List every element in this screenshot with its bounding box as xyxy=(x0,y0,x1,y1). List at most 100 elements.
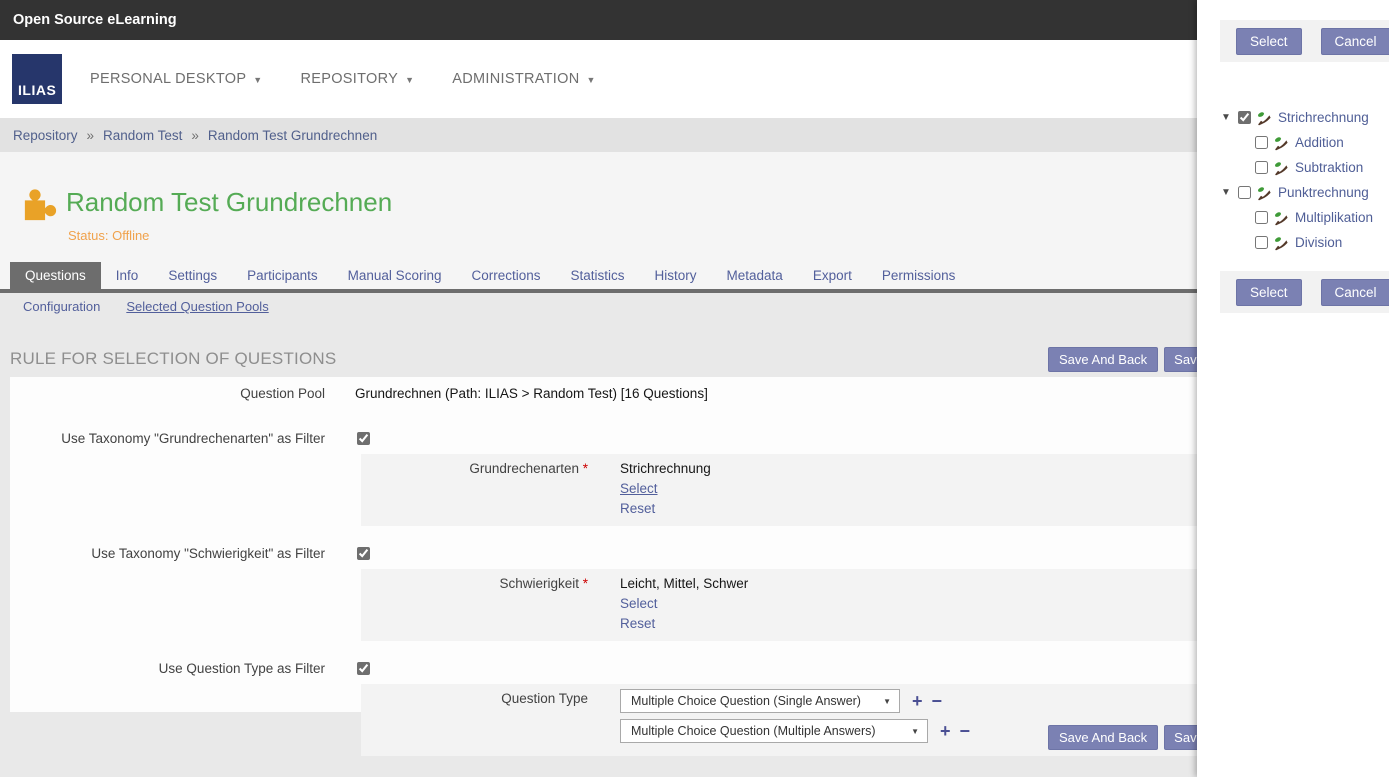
nav-item-repository[interactable]: REPOSITORY▼ xyxy=(301,71,415,87)
tree-node-checkbox[interactable] xyxy=(1238,186,1251,199)
section-title: RULE FOR SELECTION OF QUESTIONS xyxy=(10,349,336,369)
tree-node-label[interactable]: Multiplikation xyxy=(1295,210,1373,225)
save-and-back-button[interactable]: Save And Back xyxy=(1048,347,1158,372)
question-pool-label: Question Pool xyxy=(10,386,341,401)
taxonomy-node-icon xyxy=(1256,185,1272,201)
taxonomy-node-icon xyxy=(1256,110,1272,126)
tab-info[interactable]: Info xyxy=(101,262,154,289)
subtab-configuration[interactable]: Configuration xyxy=(23,299,100,314)
tree-node-label[interactable]: Subtraktion xyxy=(1295,160,1363,175)
tree-node-checkbox[interactable] xyxy=(1255,236,1268,249)
chevron-down-icon: ▼ xyxy=(253,75,262,85)
panel-cancel-button[interactable]: Cancel xyxy=(1321,28,1389,55)
remove-question-type-icon[interactable]: − xyxy=(960,722,971,740)
save-and-back-button[interactable]: Save And Back xyxy=(1048,725,1158,750)
tab-settings[interactable]: Settings xyxy=(153,262,232,289)
question-type-filter-row: Use Question Type as Filter xyxy=(10,657,1389,679)
question-type-select-row: Multiple Choice Question (Multiple Answe… xyxy=(620,719,970,743)
add-question-type-icon[interactable]: + xyxy=(912,692,923,710)
breadcrumb-item-random-test-grundrechnen[interactable]: Random Test Grundrechnen xyxy=(208,128,377,143)
tree-expander-icon[interactable]: ▼ xyxy=(1221,187,1238,198)
breadcrumb-separator: » xyxy=(191,128,199,143)
taxonomy-node-icon xyxy=(1273,210,1289,226)
tab-questions[interactable]: Questions xyxy=(10,262,101,289)
taxonomy1-filter-checkbox[interactable] xyxy=(357,432,370,445)
question-type-filter-checkbox[interactable] xyxy=(357,662,370,675)
nav-item-personal-desktop[interactable]: PERSONAL DESKTOP▼ xyxy=(90,71,263,87)
chevron-down-icon: ▼ xyxy=(586,75,595,85)
tab-corrections[interactable]: Corrections xyxy=(456,262,555,289)
puzzle-icon xyxy=(17,184,59,231)
schwierigkeit-select-link[interactable]: Select xyxy=(620,596,658,611)
tree-node-checkbox[interactable] xyxy=(1255,136,1268,149)
required-mark: * xyxy=(583,461,588,476)
top-bar: Open Source eLearning xyxy=(0,0,1389,40)
tree-node-addition: Addition xyxy=(1197,130,1389,155)
question-type-label: Question Type xyxy=(361,689,588,706)
breadcrumb: Repository » Random Test » Random Test Grund… xyxy=(0,118,1389,152)
tree-node-checkbox[interactable] xyxy=(1238,111,1251,124)
tree-node-label[interactable]: Strichrechnung xyxy=(1278,110,1369,125)
subtab-selected-question-pools[interactable]: Selected Question Pools xyxy=(126,299,268,314)
panel-cancel-button[interactable]: Cancel xyxy=(1321,279,1389,306)
taxonomy2-filter-row: Use Taxonomy "Schwierigkeit" as Filter xyxy=(10,542,1389,564)
question-type-select[interactable]: Multiple Choice Question (Single Answer)… xyxy=(620,689,900,713)
tab-export[interactable]: Export xyxy=(798,262,867,289)
tree-node-checkbox[interactable] xyxy=(1255,161,1268,174)
grundrechenarten-label: Grundrechenarten * xyxy=(361,459,588,476)
remove-question-type-icon[interactable]: − xyxy=(932,692,943,710)
tree-expander-icon[interactable]: ▼ xyxy=(1221,112,1238,123)
chevron-down-icon: ▼ xyxy=(405,75,414,85)
question-type-select-row: Multiple Choice Question (Single Answer)… xyxy=(620,689,970,713)
taxonomy2-filter-checkbox[interactable] xyxy=(357,547,370,560)
tree-node-label[interactable]: Addition xyxy=(1295,135,1344,150)
breadcrumb-separator: » xyxy=(87,128,95,143)
grundrechenarten-select-link[interactable]: Select xyxy=(620,481,658,496)
tree-node-label[interactable]: Punktrechnung xyxy=(1278,185,1369,200)
taxonomy1-filter-label: Use Taxonomy "Grundrechenarten" as Filte… xyxy=(10,431,341,446)
grundrechenarten-value: Strichrechnung xyxy=(620,459,711,479)
question-pool-row: Question Pool Grundrechnen (Path: ILIAS … xyxy=(10,386,1389,401)
rule-form: Question Pool Grundrechnen (Path: ILIAS … xyxy=(10,377,1389,712)
add-question-type-icon[interactable]: + xyxy=(940,722,951,740)
grundrechenarten-reset-link[interactable]: Reset xyxy=(620,501,655,516)
tree-node-punktrechnung: ▼ Punktrechnung xyxy=(1197,180,1389,205)
question-pool-value: Grundrechnen (Path: ILIAS > Random Test)… xyxy=(355,386,708,401)
breadcrumb-item-random-test[interactable]: Random Test xyxy=(103,128,182,143)
schwierigkeit-reset-link[interactable]: Reset xyxy=(620,616,655,631)
subtab-bar: Configuration Selected Question Pools xyxy=(23,299,269,314)
taxonomy2-filter-label: Use Taxonomy "Schwierigkeit" as Filter xyxy=(10,546,341,561)
schwierigkeit-label: Schwierigkeit * xyxy=(361,574,588,591)
nav-item-administration[interactable]: ADMINISTRATION▼ xyxy=(452,71,595,87)
panel-top-toolbar: Select Cancel xyxy=(1220,20,1389,62)
panel-select-button[interactable]: Select xyxy=(1236,28,1302,55)
panel-select-button[interactable]: Select xyxy=(1236,279,1302,306)
panel-bottom-toolbar: Select Cancel xyxy=(1220,271,1389,313)
question-type-select[interactable]: Multiple Choice Question (Multiple Answe… xyxy=(620,719,928,743)
taxonomy-tree: ▼ Strichrechnung Addition Subtraktion ▼ Punkt… xyxy=(1197,105,1389,255)
taxonomy-node-icon xyxy=(1273,160,1289,176)
header: ILIAS PERSONAL DESKTOP▼ REPOSITORY▼ ADMINI… xyxy=(0,40,1389,118)
tab-history[interactable]: History xyxy=(640,262,712,289)
tab-permissions[interactable]: Permissions xyxy=(867,262,971,289)
tab-manual-scoring[interactable]: Manual Scoring xyxy=(333,262,457,289)
schwierigkeit-value: Leicht, Mittel, Schwer xyxy=(620,574,748,594)
tree-node-checkbox[interactable] xyxy=(1255,211,1268,224)
status-text: Status: Offline xyxy=(68,228,149,243)
breadcrumb-item-repository[interactable]: Repository xyxy=(13,128,78,143)
tab-bar: QuestionsInfoSettingsParticipantsManual … xyxy=(10,262,1389,289)
tree-node-subtraktion: Subtraktion xyxy=(1197,155,1389,180)
ilias-logo[interactable]: ILIAS xyxy=(12,54,62,104)
taxonomy-node-icon xyxy=(1273,135,1289,151)
tab-statistics[interactable]: Statistics xyxy=(556,262,640,289)
tab-metadata[interactable]: Metadata xyxy=(712,262,798,289)
question-type-filter-label: Use Question Type as Filter xyxy=(10,661,341,676)
tree-node-division: Division xyxy=(1197,230,1389,255)
select-caret-icon: ▼ xyxy=(901,727,919,736)
tab-underline-bar xyxy=(0,289,1389,293)
tree-node-label[interactable]: Division xyxy=(1295,235,1342,250)
tab-participants[interactable]: Participants xyxy=(232,262,333,289)
select-caret-icon: ▼ xyxy=(873,697,891,706)
required-mark: * xyxy=(583,576,588,591)
taxonomy-select-panel: Select Cancel ▼ Strichrechnung Addition Sub… xyxy=(1197,0,1389,777)
